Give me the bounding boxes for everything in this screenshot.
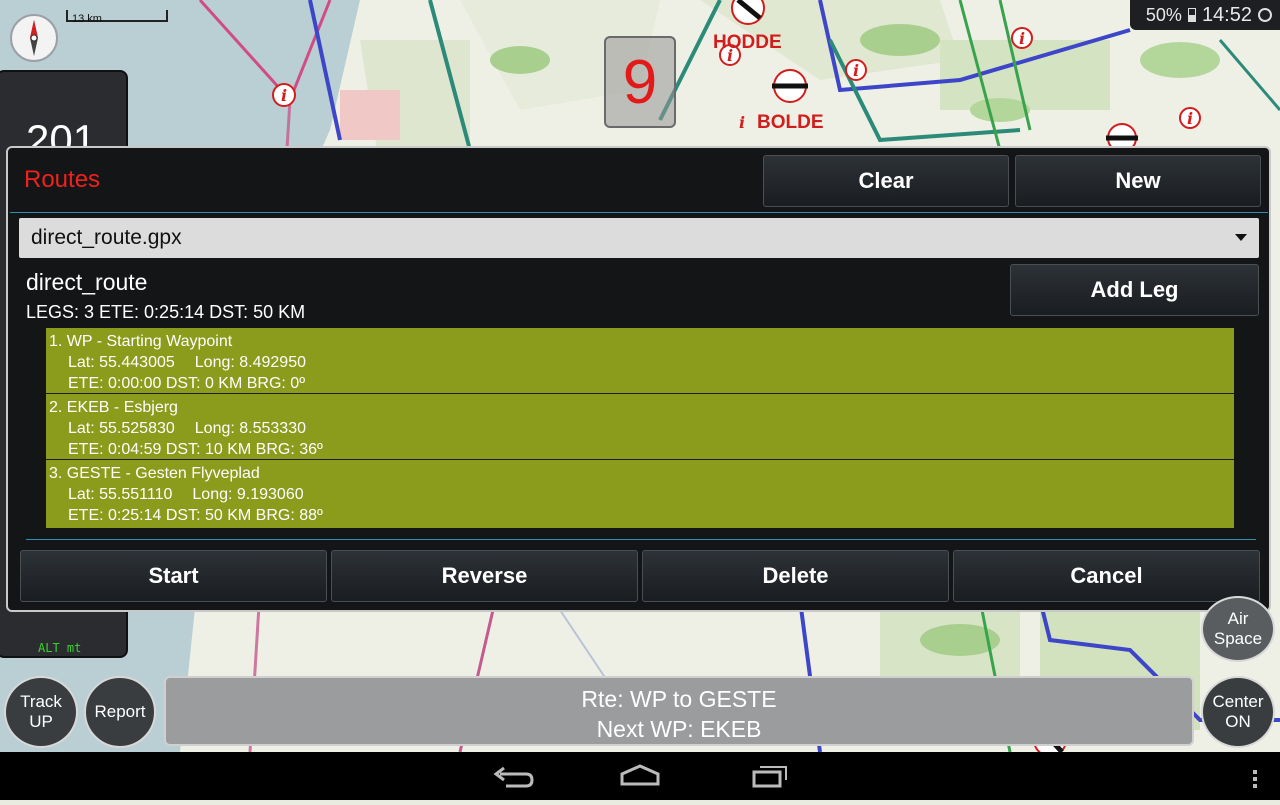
reverse-button[interactable]: Reverse [331, 550, 638, 602]
report-label: Report [94, 702, 146, 721]
clock-time: 14:52 [1201, 3, 1252, 26]
map-label-hodde: HODDE [713, 32, 782, 53]
compass-icon[interactable] [10, 14, 58, 62]
leg-title: 1. WP - Starting Waypoint [49, 333, 233, 350]
track-up-button[interactable]: Track UP [4, 676, 78, 748]
sector-number-box: 9 [604, 36, 676, 128]
back-icon[interactable] [493, 766, 534, 788]
svg-text:i: i [1019, 29, 1025, 48]
track-up-label: Track [20, 692, 62, 711]
altitude-label: ALT mt [38, 641, 82, 655]
system-nav-bar [0, 752, 1280, 800]
leg-item[interactable]: 2. EKEB - Esbjerg Lat: 55.525830 Long: 8.… [46, 394, 1234, 460]
leg-title: 2. EKEB - Esbjerg [49, 399, 178, 416]
leg-info: ETE: 0:25:14 DST: 50 KM BRG: 88º [68, 507, 323, 524]
new-route-button[interactable]: New [1015, 155, 1261, 207]
svg-text:i: i [853, 61, 859, 80]
leg-lat: Lat: 55.443005 [68, 354, 175, 371]
add-leg-button[interactable]: Add Leg [1010, 264, 1259, 316]
svg-text:i: i [281, 86, 287, 105]
leg-lat: Lat: 55.525830 [68, 420, 175, 437]
recent-apps-icon[interactable] [752, 766, 787, 788]
airspace-label: Air [1227, 609, 1249, 628]
svg-text:i: i [739, 113, 745, 132]
svg-text:i: i [1187, 109, 1193, 128]
center-sublabel: ON [1225, 712, 1251, 731]
leg-item[interactable]: 1. WP - Starting Waypoint Lat: 55.443005… [46, 328, 1234, 394]
delete-button[interactable]: Delete [642, 550, 949, 602]
next-waypoint-text: Next WP: EKEB [596, 716, 762, 742]
clock-icon [1258, 8, 1272, 22]
battery-percent: 50% [1145, 4, 1182, 25]
route-leg-text: Rte: WP to GESTE [581, 686, 777, 712]
divider [10, 212, 1268, 213]
route-file-value: direct_route.gpx [31, 226, 182, 249]
legs-list[interactable]: 1. WP - Starting Waypoint Lat: 55.443005… [46, 328, 1234, 528]
start-button[interactable]: Start [20, 550, 327, 602]
cancel-button[interactable]: Cancel [953, 550, 1260, 602]
airspace-button[interactable]: Air Space [1201, 596, 1275, 662]
airspace-sublabel: Space [1213, 629, 1263, 648]
report-button[interactable]: Report [84, 676, 156, 748]
center-label: Center [1212, 692, 1264, 711]
leg-info: ETE: 0:04:59 DST: 10 KM BRG: 36º [68, 441, 323, 458]
leg-lat: Lat: 55.551110 [68, 486, 173, 503]
map-label-bolde: BOLDE [757, 112, 824, 133]
leg-long: Long: 9.193060 [192, 486, 304, 503]
dropdown-caret-icon [1235, 234, 1247, 241]
overflow-menu-icon[interactable] [1253, 770, 1257, 788]
route-file-select[interactable]: direct_route.gpx [19, 218, 1259, 258]
status-bar: 50% 14:52 [1130, 0, 1280, 30]
route-summary: LEGS: 3 ETE: 0:25:14 DST: 50 KM [26, 302, 306, 322]
leg-long: Long: 8.492950 [194, 354, 306, 371]
route-name: direct_route [26, 269, 148, 295]
battery-icon [1187, 8, 1196, 22]
route-info-box[interactable]: Rte: WP to GESTE Next WP: EKEB [164, 676, 1194, 746]
leg-info: ETE: 0:00:00 DST: 0 KM BRG: 0º [68, 375, 306, 392]
divider [26, 539, 1256, 540]
leg-title: 3. GESTE - Gesten Flyveplad [49, 465, 260, 482]
center-on-button[interactable]: Center ON [1201, 676, 1275, 748]
clear-button[interactable]: Clear [763, 155, 1009, 207]
home-icon[interactable] [620, 764, 660, 786]
track-up-sublabel: UP [29, 712, 53, 731]
leg-item[interactable]: 3. GESTE - Gesten Flyveplad Lat: 55.5511… [46, 460, 1234, 526]
map-scale-label: 13 km [72, 13, 102, 25]
dialog-title: Routes [24, 166, 101, 193]
leg-long: Long: 8.553330 [194, 420, 306, 437]
